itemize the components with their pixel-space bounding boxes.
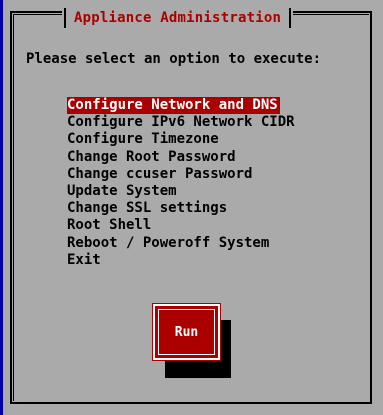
menu-item-configure-timezone[interactable]: Configure Timezone: [67, 131, 295, 148]
menu-item-exit[interactable]: Exit: [67, 252, 295, 269]
menu-item-root-shell[interactable]: Root Shell: [67, 217, 295, 234]
appliance-admin-dialog: Appliance Administration Please select a…: [0, 0, 383, 415]
menu-item-reboot-poweroff[interactable]: Reboot / Poweroff System: [67, 235, 295, 252]
dialog-title-bar: Appliance Administration: [62, 7, 294, 29]
run-button-label: Run: [174, 324, 199, 340]
menu-item-change-ssl-settings[interactable]: Change SSL settings: [67, 200, 295, 217]
run-button[interactable]: Run: [152, 303, 221, 361]
options-menu: Configure Network and DNS Configure IPv6…: [67, 94, 295, 269]
dialog-title: Appliance Administration: [74, 10, 282, 26]
menu-item-change-root-password[interactable]: Change Root Password: [67, 149, 295, 166]
menu-item-configure-ipv6[interactable]: Configure IPv6 Network CIDR: [67, 114, 295, 131]
title-right-bracket: [289, 8, 292, 28]
screen-background-strip: [0, 0, 3, 415]
menu-item-configure-network-dns[interactable]: Configure Network and DNS: [67, 97, 280, 115]
dialog-prompt: Please select an option to execute:: [26, 51, 322, 67]
menu-item-change-ccuser-password[interactable]: Change ccuser Password: [67, 166, 295, 183]
menu-item-update-system[interactable]: Update System: [67, 183, 295, 200]
